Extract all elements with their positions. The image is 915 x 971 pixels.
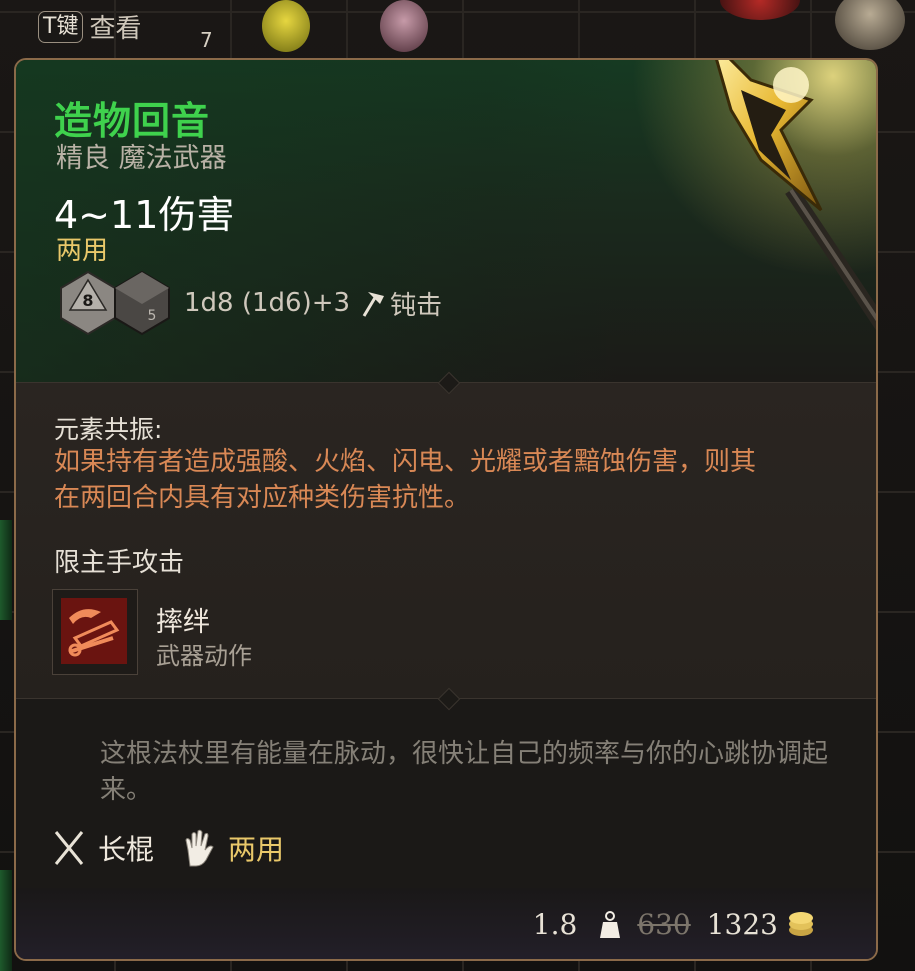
dice-formula: 1d8 (1d6)+3	[184, 288, 351, 318]
stack-count: 7	[200, 28, 213, 52]
weight-icon	[600, 910, 621, 938]
weapon-action-type: 武器动作	[156, 642, 252, 670]
inventory-item-amulet-pink[interactable]	[380, 0, 428, 52]
crossed-staves-icon	[54, 831, 84, 865]
d6-die-icon: 5	[114, 270, 170, 336]
resonance-title: 元素共振:	[54, 415, 163, 444]
open-hand-icon	[185, 829, 214, 867]
dice-row: 8 5 1d8 (1d6)+3 钝击	[58, 270, 442, 336]
flavor-text: 这根法杖里有能量在脉动，很快让自己的频率与你的心跳协调起来。	[100, 739, 829, 805]
topple-icon	[61, 598, 127, 664]
handedness: 两用	[56, 236, 109, 266]
slot-highlight-left	[0, 870, 12, 971]
inventory-item-amulet-yellow[interactable]	[262, 0, 310, 52]
weight-price-row: 1.8 630 1323	[533, 908, 816, 941]
staff-icon	[715, 60, 876, 331]
key-badge: T键	[38, 10, 84, 43]
weight-value: 1.8	[532, 908, 578, 941]
weapon-action-slot[interactable]	[52, 589, 138, 675]
item-tooltip: 造物回音 精良 魔法武器 4~11伤害 两用 8 5 1d8 (1d6)+3 钝…	[14, 58, 878, 961]
examine-label: 查看	[89, 14, 142, 44]
flavor-section: 这根法杖里有能量在脉动，很快让自己的频率与你的心跳协调起来。 长棍 两用	[16, 698, 876, 888]
main-hand-restriction: 限主手攻击	[54, 548, 185, 578]
die-face-label: 8	[82, 291, 93, 310]
tooltip-footer: 1.8 630 1323	[16, 888, 876, 959]
d8-die-icon: 8	[60, 270, 116, 336]
properties-section: 元素共振: 如果持有者造成强酸、火焰、闪电、光耀或者黯蚀伤害，则其在两回合内具有…	[16, 382, 876, 698]
weapon-handedness: 两用	[228, 833, 285, 866]
gold-coin-icon	[789, 911, 813, 936]
current-price: 1323	[706, 908, 778, 941]
weapon-tags: 长棍 两用	[52, 828, 312, 868]
item-rarity-type: 精良 魔法武器	[56, 143, 227, 174]
resonance-description: 如果持有者造成强酸、火焰、闪电、光耀或者黯蚀伤害，则其在两回合内具有对应种类伤害…	[54, 447, 757, 513]
bludgeon-icon	[362, 292, 385, 317]
slot-highlight-left	[0, 520, 12, 620]
weapon-category: 长棍	[98, 833, 155, 866]
damage-type: 钝击	[390, 290, 443, 321]
examine-hint[interactable]: T键 查看	[38, 8, 141, 45]
weapon-action-name: 摔绊	[156, 607, 210, 638]
die-face-label: 5	[148, 308, 157, 324]
original-price: 630	[637, 908, 691, 941]
